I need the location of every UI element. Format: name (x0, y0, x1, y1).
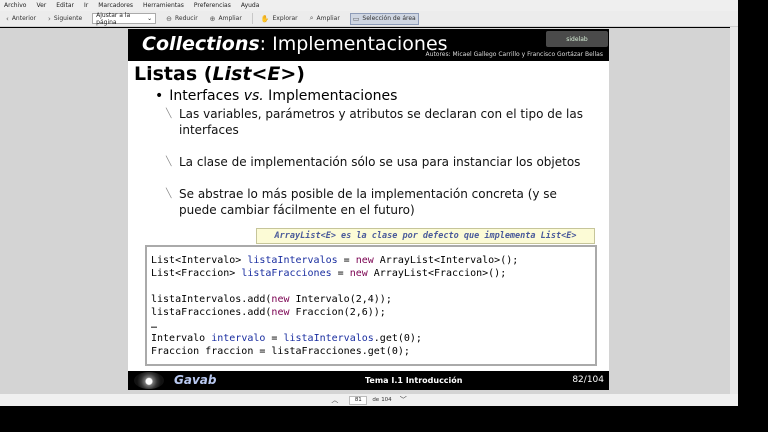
code-line: Intervalo intervalo = listaIntervalos.ge… (151, 333, 422, 344)
magnifier-icon: ⌕ (309, 14, 314, 22)
magnify-tool-label: Ampliar (316, 15, 340, 22)
sub-bullet-dash-icon: ╲ (166, 157, 172, 167)
menu-ver[interactable]: Ver (36, 2, 46, 9)
slide-authors: Autores: Micael Gallego Carrillo y Franc… (425, 51, 603, 58)
slide-title-rest: : Implementaciones (259, 33, 448, 55)
page-of-label: de (372, 397, 380, 403)
back-button-label: Anterior (11, 15, 37, 22)
sub-bullet-1: ╲ Las variables, parámetros y atributos … (166, 106, 586, 138)
select-area-tool-label: Selección de área (362, 15, 416, 22)
previous-page-up-icon[interactable]: ︿ (331, 395, 338, 405)
menu-editar[interactable]: Editar (56, 2, 74, 9)
bullet-suffix: Implementaciones (263, 88, 398, 104)
page-number-input[interactable]: 81 (349, 395, 368, 405)
bullet-dot-icon: • (155, 88, 164, 104)
slide-heading: Listas (List<E>) (134, 63, 305, 85)
code-banner: ArrayList<E> es la clase por defecto que… (256, 228, 595, 244)
back-button[interactable]: ‹ Anterior (4, 13, 38, 25)
heading-code: List<E> (212, 63, 297, 85)
next-button-label: Siguiente (53, 15, 83, 22)
zoom-out-button[interactable]: ⊖ Reducir (164, 13, 200, 25)
zoom-out-label: Reducir (175, 15, 198, 22)
sub-bullet-dash-icon: ╲ (166, 109, 172, 119)
bullet-italic: vs. (243, 88, 264, 104)
next-page-down-icon[interactable]: ﹀ (400, 395, 407, 405)
browse-tool-button[interactable]: ✋ Explorar (259, 13, 300, 25)
gavab-brand: Gavab (174, 373, 217, 387)
eye-logo-icon (134, 372, 164, 389)
hand-icon: ✋ (260, 14, 270, 23)
code-line: listaFracciones.add(new Fraccion(2,6)); (151, 307, 386, 318)
next-button[interactable]: › Siguiente (46, 13, 84, 25)
menu-herramientas[interactable]: Herramientas (143, 2, 184, 9)
slide-header: Collections: Implementaciones sidelab Au… (128, 29, 609, 61)
sub-bullet-text: Las variables, parámetros y atributos se… (179, 107, 583, 137)
vertical-scrollbar[interactable] (730, 27, 738, 394)
sub-bullet-2: ╲ La clase de implementación sólo se usa… (166, 154, 586, 170)
code-line: List<Intervalo> listaIntervalos = new Ar… (151, 255, 519, 266)
slide-footer: Gavab Tema I.1 Introducción 82/104 (128, 371, 609, 390)
chevron-left-icon: ‹ (6, 14, 9, 23)
footer-topic: Tema I.1 Introducción (365, 376, 463, 385)
code-block: List<Intervalo> listaIntervalos = new Ar… (145, 245, 597, 366)
footer-page-number: 82/104 (572, 375, 604, 385)
zoom-in-label: Ampliar (218, 15, 242, 22)
code-line: … (151, 320, 158, 331)
slide-title: Collections: Implementaciones (142, 33, 448, 55)
sub-bullet-text: La clase de implementación sólo se usa p… (179, 155, 581, 169)
bullet-prefix: Interfaces (169, 88, 244, 104)
sub-bullet-3: ╲ Se abstrae lo más posible de la implem… (166, 186, 586, 218)
menu-ayuda[interactable]: Ayuda (241, 2, 260, 9)
menu-ir[interactable]: Ir (84, 2, 88, 9)
browse-tool-label: Explorar (272, 15, 298, 22)
sub-bullet-text: Se abstrae lo más posible de la implemen… (179, 187, 557, 217)
zoom-select-value: Ajustar a la página (96, 11, 131, 26)
menu-preferencias[interactable]: Preferencias (194, 2, 231, 9)
select-area-tool-button[interactable]: ▭ Selección de área (349, 12, 419, 25)
window-edge (738, 0, 768, 406)
zoom-select[interactable]: Ajustar a la página ⌄ (92, 11, 157, 26)
code-line: listaIntervalos.add(new Intervalo(2,4)); (151, 294, 392, 305)
page-navigation: ︿ 81 de 104 ﹀ (0, 394, 738, 406)
heading-suffix: ) (296, 63, 305, 85)
main-bullet: • Interfaces vs. Implementaciones (155, 88, 397, 104)
zoom-in-button[interactable]: ⊕ Ampliar (208, 13, 244, 25)
page-total: 104 (381, 397, 392, 403)
chevron-right-icon: › (48, 14, 51, 23)
menu-bar: Archivo Ver Editar Ir Marcadores Herrami… (0, 0, 738, 11)
selection-rectangle-icon: ▭ (352, 14, 360, 23)
toolbar: ‹ Anterior › Siguiente Ajustar a la pági… (0, 11, 738, 27)
chevron-down-icon: ⌄ (147, 15, 153, 22)
toolbar-separator (251, 13, 253, 24)
slide-page: Collections: Implementaciones sidelab Au… (128, 29, 609, 390)
magnify-tool-button[interactable]: ⌕ Ampliar (308, 13, 342, 25)
heading-prefix: Listas ( (134, 63, 213, 85)
logo-text: sidelab (566, 35, 588, 43)
menu-archivo[interactable]: Archivo (4, 2, 26, 9)
code-line: List<Fraccion> listaFracciones = new Arr… (151, 268, 507, 279)
sub-bullet-dash-icon: ╲ (166, 189, 172, 199)
sidelab-logo: sidelab (546, 31, 608, 47)
zoom-out-icon: ⊖ (166, 14, 173, 23)
zoom-in-icon: ⊕ (209, 14, 216, 23)
slide-title-italic: Collections (142, 33, 260, 55)
code-line: Fraccion fraccion = listaFracciones.get(… (151, 346, 410, 357)
menu-marcadores[interactable]: Marcadores (98, 2, 133, 9)
